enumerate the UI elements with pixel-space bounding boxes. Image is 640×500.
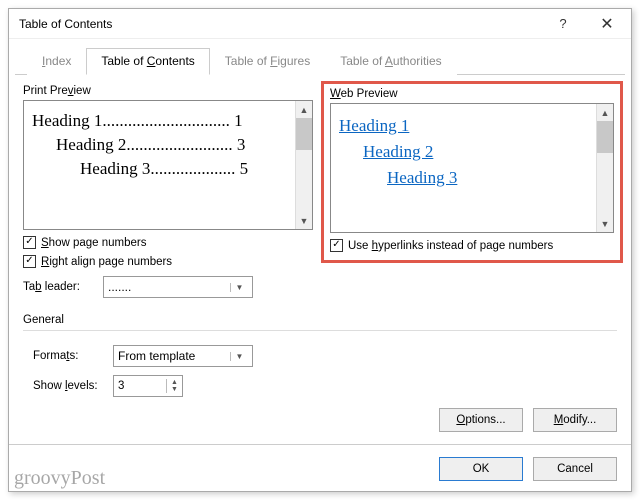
close-button[interactable]: ✕: [585, 10, 629, 38]
general-label: General: [23, 314, 617, 326]
tab-table-of-figures[interactable]: Table of Figures: [210, 48, 325, 75]
web-preview-link[interactable]: Heading 2: [339, 142, 588, 162]
tab-leader-value: .......: [108, 280, 131, 294]
checkbox-show-page-numbers[interactable]: Show page numbers: [23, 236, 313, 249]
web-preview-box: Heading 1 Heading 2 Heading 3 ▲ ▼: [330, 103, 614, 233]
tab-table-of-authorities[interactable]: Table of Authorities: [325, 48, 456, 75]
scrollbar[interactable]: ▲ ▼: [596, 104, 613, 232]
formats-value: From template: [118, 349, 195, 363]
checkbox-use-hyperlinks[interactable]: Use hyperlinks instead of page numbers: [330, 239, 614, 252]
show-levels-value: 3: [114, 380, 166, 392]
scroll-thumb[interactable]: [597, 121, 613, 153]
print-preview-label: Print Preview: [23, 85, 313, 97]
show-levels-label: Show levels:: [33, 380, 105, 392]
modify-button[interactable]: Modify...: [533, 408, 617, 432]
scroll-down-icon[interactable]: ▼: [296, 212, 312, 229]
print-preview-box: Heading 1.............................. …: [23, 100, 313, 230]
scroll-down-icon[interactable]: ▼: [597, 215, 613, 232]
checkbox-right-align-page-numbers[interactable]: Right align page numbers: [23, 255, 313, 268]
print-preview-line: Heading 1.............................. …: [32, 111, 287, 131]
toc-dialog: Table of Contents ? ✕ Index Table of Con…: [8, 8, 632, 492]
tab-leader-select[interactable]: ....... ▼: [103, 276, 253, 298]
formats-select[interactable]: From template ▼: [113, 345, 253, 367]
scroll-thumb[interactable]: [296, 118, 312, 150]
spinner-up-icon[interactable]: ▲: [167, 379, 182, 386]
tab-index[interactable]: Index: [27, 48, 86, 75]
print-preview-line: Heading 3.................... 5: [32, 159, 287, 179]
titlebar: Table of Contents ? ✕: [9, 9, 631, 39]
web-preview-link[interactable]: Heading 3: [339, 168, 588, 188]
show-levels-spinner[interactable]: 3 ▲ ▼: [113, 375, 183, 397]
check-icon: [23, 255, 36, 268]
check-icon: [330, 239, 343, 252]
highlight-annotation: Web Preview Heading 1 Heading 2 Heading …: [321, 81, 623, 263]
options-button[interactable]: Options...: [439, 408, 523, 432]
ok-button[interactable]: OK: [439, 457, 523, 481]
tab-table-of-contents[interactable]: Table of Contents: [86, 48, 209, 75]
formats-label: Formats:: [33, 350, 105, 362]
web-preview-label: Web Preview: [330, 88, 614, 100]
scroll-up-icon[interactable]: ▲: [296, 101, 312, 118]
help-button[interactable]: ?: [541, 10, 585, 38]
scroll-up-icon[interactable]: ▲: [597, 104, 613, 121]
tab-strip: Index Table of Contents Table of Figures…: [15, 39, 625, 75]
dialog-content: Print Preview Heading 1.................…: [9, 75, 631, 491]
web-preview-link[interactable]: Heading 1: [339, 116, 588, 136]
spinner-down-icon[interactable]: ▼: [167, 386, 182, 393]
check-icon: [23, 236, 36, 249]
chevron-down-icon: ▼: [230, 352, 248, 361]
window-title: Table of Contents: [19, 17, 541, 31]
scrollbar[interactable]: ▲ ▼: [295, 101, 312, 229]
print-preview-line: Heading 2......................... 3: [32, 135, 287, 155]
cancel-button[interactable]: Cancel: [533, 457, 617, 481]
chevron-down-icon: ▼: [230, 283, 248, 292]
tab-leader-label: Tab leader:: [23, 281, 95, 293]
